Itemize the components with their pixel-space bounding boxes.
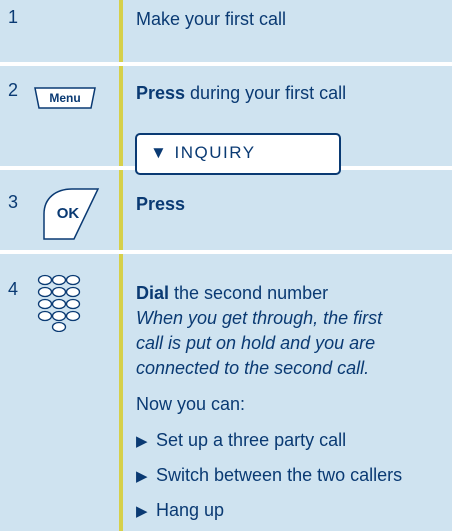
column-divider bbox=[119, 0, 123, 531]
row-divider bbox=[0, 62, 452, 66]
step-rest: the second number bbox=[169, 283, 329, 303]
step-number: 4 bbox=[8, 279, 19, 299]
step-bold: Dial bbox=[136, 283, 170, 303]
now-label: Now you can: bbox=[136, 394, 246, 414]
phone-display: ▼ INQUIRY bbox=[135, 133, 341, 175]
menu-key-icon: Menu bbox=[34, 86, 96, 110]
step-note-line: call is put on hold and you are bbox=[136, 333, 376, 353]
step-note-line: When you get through, the first bbox=[136, 308, 383, 328]
option-item: ▶ Set up a three party call bbox=[136, 430, 346, 451]
step-bold: Press bbox=[136, 194, 186, 214]
option-item: ▶ Switch between the two callers bbox=[136, 465, 402, 486]
option-text: Switch between the two callers bbox=[156, 465, 403, 485]
option-item: ▶ Hang up bbox=[136, 500, 224, 521]
display-text: ▼ INQUIRY bbox=[150, 143, 256, 162]
ok-key-label: OK bbox=[56, 205, 80, 222]
step-note-line: connected to the second call. bbox=[136, 358, 370, 378]
ok-key-icon: OK bbox=[40, 188, 100, 240]
bullet-arrow-icon: ▶ bbox=[136, 433, 148, 450]
step-bold: Press bbox=[136, 83, 186, 103]
step-rest: during your first call bbox=[185, 83, 347, 103]
keypad-icon bbox=[37, 274, 81, 332]
bullet-arrow-icon: ▶ bbox=[136, 468, 148, 485]
step-text: Make your first call bbox=[136, 9, 287, 29]
option-text: Set up a three party call bbox=[156, 430, 347, 450]
menu-key-label: Menu bbox=[49, 91, 81, 105]
step-number: 1 bbox=[8, 7, 19, 27]
option-text: Hang up bbox=[156, 500, 225, 520]
step-text: Press during your first call bbox=[136, 81, 346, 106]
row-divider bbox=[0, 250, 452, 254]
step-text: Dial the second number bbox=[136, 281, 328, 306]
bullet-arrow-icon: ▶ bbox=[136, 503, 148, 520]
step-number: 3 bbox=[8, 192, 19, 212]
step-number: 2 bbox=[8, 80, 19, 100]
